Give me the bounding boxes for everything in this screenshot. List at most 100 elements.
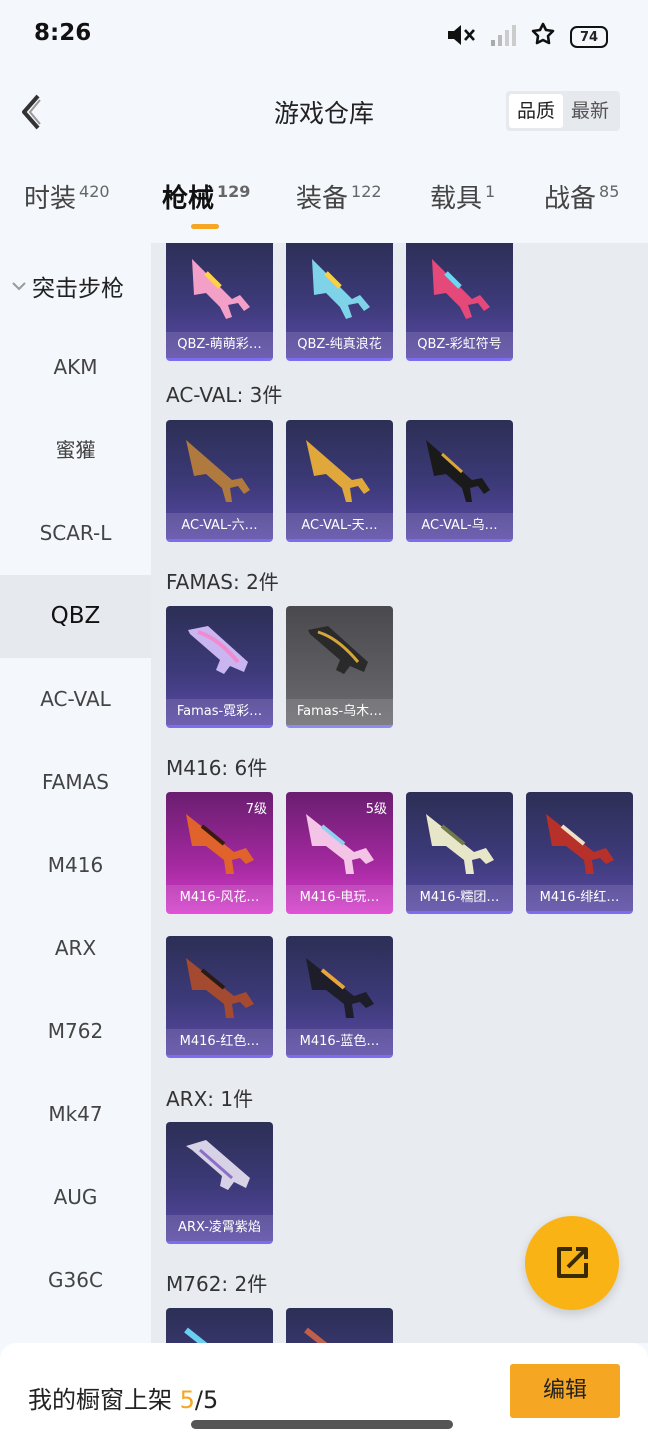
category-tabs: 时装 420 枪械 129 装备 122 载具 1 战备 85 bbox=[0, 168, 648, 234]
home-indicator[interactable] bbox=[191, 1420, 453, 1429]
tab-supplies[interactable]: 战备 85 bbox=[544, 178, 619, 215]
showcase-label: 我的橱窗上架 bbox=[28, 1386, 180, 1414]
tab-vehicles[interactable]: 载具 1 bbox=[430, 178, 495, 215]
weapon-card[interactable]: QBZ-萌萌彩… bbox=[166, 243, 273, 361]
card-label: M416-蓝色… bbox=[286, 1029, 393, 1055]
rifle-icon bbox=[186, 440, 250, 502]
card-label: M416-红色… bbox=[166, 1029, 273, 1055]
sidebar-item-akm[interactable]: AKM bbox=[0, 326, 151, 409]
card-label: QBZ-萌萌彩… bbox=[166, 332, 273, 358]
tab-label: 战备 bbox=[544, 184, 597, 214]
weapon-card[interactable]: 5级 M416-电玩… bbox=[286, 792, 393, 914]
share-fab-button[interactable] bbox=[525, 1216, 619, 1310]
level-badge: 7级 bbox=[245, 802, 267, 817]
weapon-card[interactable]: Famas-霓彩… bbox=[166, 606, 273, 728]
card-label: Famas-乌木… bbox=[286, 699, 393, 725]
weapon-card[interactable]: M416-蓝色… bbox=[286, 936, 393, 1058]
card-label: ARX-凌霄紫焰 bbox=[166, 1215, 273, 1241]
weapon-card[interactable]: M416-绯红… bbox=[526, 792, 633, 914]
edit-button[interactable]: 编辑 bbox=[510, 1364, 620, 1418]
section-title: M762: 2件 bbox=[166, 1272, 268, 1296]
sort-newest[interactable]: 最新 bbox=[563, 94, 617, 128]
level-badge: 5级 bbox=[365, 802, 387, 817]
export-icon bbox=[557, 1247, 588, 1278]
rifle-icon bbox=[186, 958, 254, 1018]
sidebar-item-qbz[interactable]: QBZ bbox=[0, 575, 151, 658]
tab-fashion[interactable]: 时装 420 bbox=[24, 178, 110, 215]
tab-count: 85 bbox=[599, 182, 620, 202]
sidebar-item-famas[interactable]: FAMAS bbox=[0, 741, 151, 824]
card-label: M416-糯团… bbox=[406, 885, 513, 911]
mute-icon bbox=[446, 23, 476, 51]
sidebar-item-scar-l[interactable]: SCAR-L bbox=[0, 492, 151, 575]
rifle-icon bbox=[304, 1327, 328, 1343]
sidebar-item-honey-badger[interactable]: 蜜獾 bbox=[0, 409, 151, 492]
battery-indicator: 74 bbox=[570, 26, 608, 48]
weapon-card[interactable]: ARX-凌霄紫焰 bbox=[166, 1122, 273, 1244]
tab-label: 装备 bbox=[296, 184, 349, 214]
weapon-card[interactable]: AC-VAL-天… bbox=[286, 420, 393, 542]
rifle-icon bbox=[192, 259, 250, 319]
card-label: M416-绯红… bbox=[526, 885, 633, 911]
rifle-icon bbox=[306, 958, 374, 1018]
rifle-icon bbox=[186, 1140, 250, 1190]
tab-count: 420 bbox=[79, 182, 110, 202]
sidebar-item-arx[interactable]: ARX bbox=[0, 907, 151, 990]
header: 游戏仓库 品质 最新 bbox=[0, 72, 648, 152]
weapon-card[interactable]: M416-糯团… bbox=[406, 792, 513, 914]
rifle-icon bbox=[188, 626, 248, 674]
weapon-card[interactable]: QBZ-彩虹符号 bbox=[406, 243, 513, 361]
showcase-count: 我的橱窗上架 5/5 bbox=[28, 1380, 218, 1415]
showcase-total: /5 bbox=[194, 1386, 219, 1414]
card-label: M416-风花… bbox=[166, 885, 273, 911]
tab-count: 129 bbox=[217, 182, 251, 202]
rifle-icon bbox=[184, 1327, 208, 1343]
weapon-grid: QBZ-萌萌彩… QBZ-纯真浪花 QBZ-彩虹符号 AC-VAL: 3件 AC… bbox=[151, 243, 648, 1343]
rifle-icon bbox=[426, 440, 490, 502]
weapon-card[interactable]: AC-VAL-六… bbox=[166, 420, 273, 542]
rifle-icon bbox=[432, 259, 490, 319]
signal-icon bbox=[490, 23, 516, 51]
sort-toggle: 品质 最新 bbox=[505, 91, 620, 131]
section-title: ARX: 1件 bbox=[166, 1087, 254, 1111]
sidebar-group-label: 突击步枪 bbox=[32, 276, 124, 302]
sidebar-item-mk47[interactable]: Mk47 bbox=[0, 1073, 151, 1156]
tab-label: 载具 bbox=[430, 184, 483, 214]
hotspot-icon bbox=[530, 22, 556, 52]
tab-equipment[interactable]: 装备 122 bbox=[296, 178, 382, 215]
weapon-card[interactable]: QBZ-纯真浪花 bbox=[286, 243, 393, 361]
rifle-icon bbox=[312, 259, 370, 319]
sidebar-item-g36c[interactable]: G36C bbox=[0, 1239, 151, 1322]
tab-label: 枪械 bbox=[162, 184, 215, 214]
showcase-current: 5 bbox=[179, 1386, 195, 1414]
card-label: QBZ-彩虹符号 bbox=[406, 332, 513, 358]
weapon-sidebar: 突击步枪 AKM 蜜獾 SCAR-L QBZ AC-VAL FAMAS M416… bbox=[0, 243, 151, 1343]
status-icons: 74 bbox=[446, 22, 608, 52]
rifle-icon bbox=[546, 814, 614, 874]
card-label: AC-VAL-天… bbox=[286, 513, 393, 539]
card-label: M416-电玩… bbox=[286, 885, 393, 911]
rifle-icon bbox=[308, 626, 368, 674]
sidebar-item-m416[interactable]: M416 bbox=[0, 824, 151, 907]
weapon-card[interactable] bbox=[166, 1308, 273, 1343]
chevron-down-icon bbox=[12, 282, 26, 291]
sidebar-item-aug[interactable]: AUG bbox=[0, 1156, 151, 1239]
card-label: QBZ-纯真浪花 bbox=[286, 332, 393, 358]
sort-quality[interactable]: 品质 bbox=[508, 94, 563, 128]
tab-count: 122 bbox=[351, 182, 382, 202]
weapon-card[interactable]: 7级 M416-风花… bbox=[166, 792, 273, 914]
tab-guns[interactable]: 枪械 129 bbox=[162, 178, 250, 215]
rifle-icon bbox=[426, 814, 494, 874]
weapon-card[interactable]: Famas-乌木… bbox=[286, 606, 393, 728]
weapon-card[interactable]: AC-VAL-乌… bbox=[406, 420, 513, 542]
rifle-icon bbox=[306, 440, 370, 502]
sidebar-item-ac-val[interactable]: AC-VAL bbox=[0, 658, 151, 741]
status-bar: 8:26 74 bbox=[0, 0, 648, 72]
card-label: Famas-霓彩… bbox=[166, 699, 273, 725]
sidebar-group-assault-rifle[interactable]: 突击步枪 bbox=[10, 269, 124, 303]
weapon-card[interactable] bbox=[286, 1308, 393, 1343]
card-label: AC-VAL-乌… bbox=[406, 513, 513, 539]
tab-count: 1 bbox=[485, 182, 496, 202]
sidebar-item-m762[interactable]: M762 bbox=[0, 990, 151, 1073]
weapon-card[interactable]: M416-红色… bbox=[166, 936, 273, 1058]
